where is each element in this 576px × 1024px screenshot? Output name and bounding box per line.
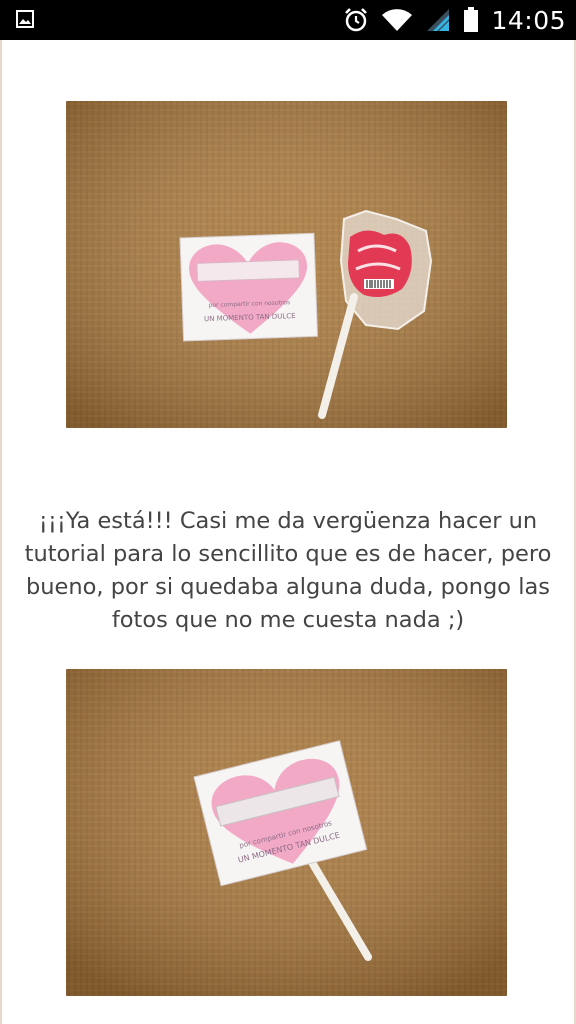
- lollipop-photo-card-beside: por compartir con nosotros UN MOMENTO TA…: [66, 101, 507, 428]
- status-time: 14:05: [491, 5, 566, 35]
- wifi-icon: [382, 9, 413, 32]
- article-caption: ¡¡¡Ya está!!! Casi me da vergüenza hacer…: [24, 508, 552, 633]
- alarm-icon: [345, 8, 368, 32]
- lollipop-photo-card-attached: por compartir con nosotros UN MOMENTO TA…: [66, 669, 507, 996]
- page-left-border: [0, 40, 2, 1024]
- status-bar: 14:05: [0, 0, 576, 40]
- signal-icon: [427, 9, 450, 31]
- image-notification-icon: [16, 10, 34, 28]
- battery-icon: [464, 7, 479, 32]
- status-icons: 14:05: [343, 0, 566, 40]
